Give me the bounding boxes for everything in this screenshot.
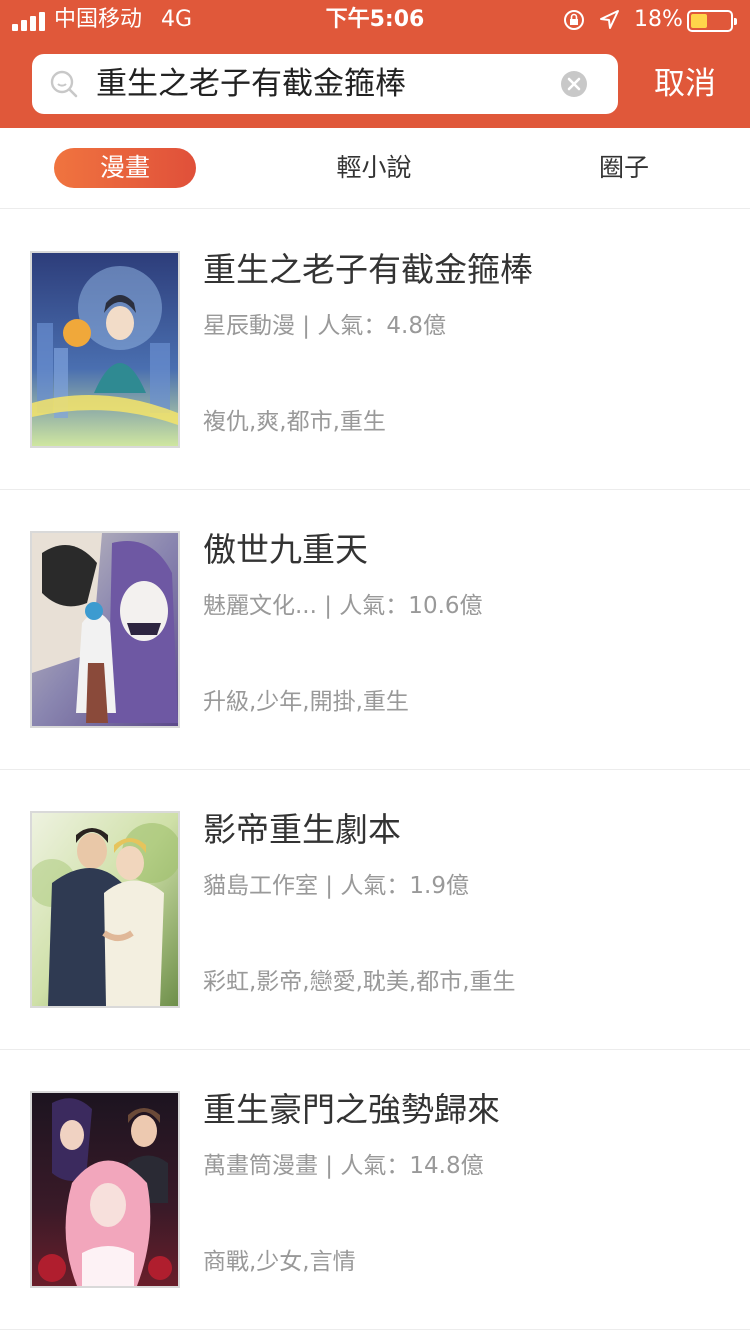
result-item[interactable]: 傲世九重天 魅麗文化... | 人氣：10.6億 升級,少年,開掛,重生 [0,490,750,770]
tab-manga[interactable]: 漫畫 [54,148,196,188]
cover-image[interactable] [30,531,180,728]
result-list: 重生之老子有截金箍棒 星辰動漫 | 人氣：4.8億 複仇,爽,都市,重生 傲世九… [0,210,750,1330]
result-meta: 星辰動漫 | 人氣：4.8億 [203,313,446,339]
status-bar: 中国移动 4G 下午5:06 18% [0,0,750,40]
result-title[interactable]: 傲世九重天 [203,528,368,572]
cover-image[interactable] [30,251,180,448]
cancel-button[interactable]: 取消 [640,54,730,114]
result-meta: 萬畫筒漫畫 | 人氣：14.8億 [203,1153,484,1179]
result-tags: 複仇,爽,都市,重生 [203,409,386,435]
result-item[interactable]: 重生之老子有截金箍棒 星辰動漫 | 人氣：4.8億 複仇,爽,都市,重生 [0,210,750,490]
result-item[interactable]: 重生豪門之強勢歸來 萬畫筒漫畫 | 人氣：14.8億 商戰,少女,言情 [0,1050,750,1330]
search-icon [50,70,78,98]
result-title[interactable]: 重生豪門之強勢歸來 [203,1088,500,1132]
result-tags: 升級,少年,開掛,重生 [203,689,409,715]
result-item[interactable]: 影帝重生劇本 貓島工作室 | 人氣：1.9億 彩虹,影帝,戀愛,耽美,都市,重生 [0,770,750,1050]
result-meta: 貓島工作室 | 人氣：1.9億 [203,873,469,899]
category-tabs: 漫畫 輕小說 圈子 [0,128,750,209]
clear-icon[interactable] [560,70,588,98]
search-input[interactable]: 重生之老子有截金箍棒 [32,54,618,114]
tab-circle[interactable]: 圈子 [574,148,674,188]
result-title[interactable]: 重生之老子有截金箍棒 [203,248,533,292]
result-tags: 商戰,少女,言情 [203,1249,356,1275]
battery-percent: 18% [634,7,683,32]
result-title[interactable]: 影帝重生劇本 [203,808,401,852]
cover-image[interactable] [30,1091,180,1288]
location-arrow-icon [600,10,619,29]
battery-fill [691,14,707,28]
battery-icon [687,10,737,32]
cover-image[interactable] [30,811,180,1008]
search-query[interactable]: 重生之老子有截金箍棒 [96,54,406,114]
tab-light-novel[interactable]: 輕小說 [314,148,434,188]
result-meta: 魅麗文化... | 人氣：10.6億 [203,593,483,619]
app-header: 中国移动 4G 下午5:06 18% 重生之老子有截金箍棒 取消 [0,0,750,128]
result-tags: 彩虹,影帝,戀愛,耽美,都市,重生 [203,969,516,995]
orientation-lock-icon [564,10,584,30]
